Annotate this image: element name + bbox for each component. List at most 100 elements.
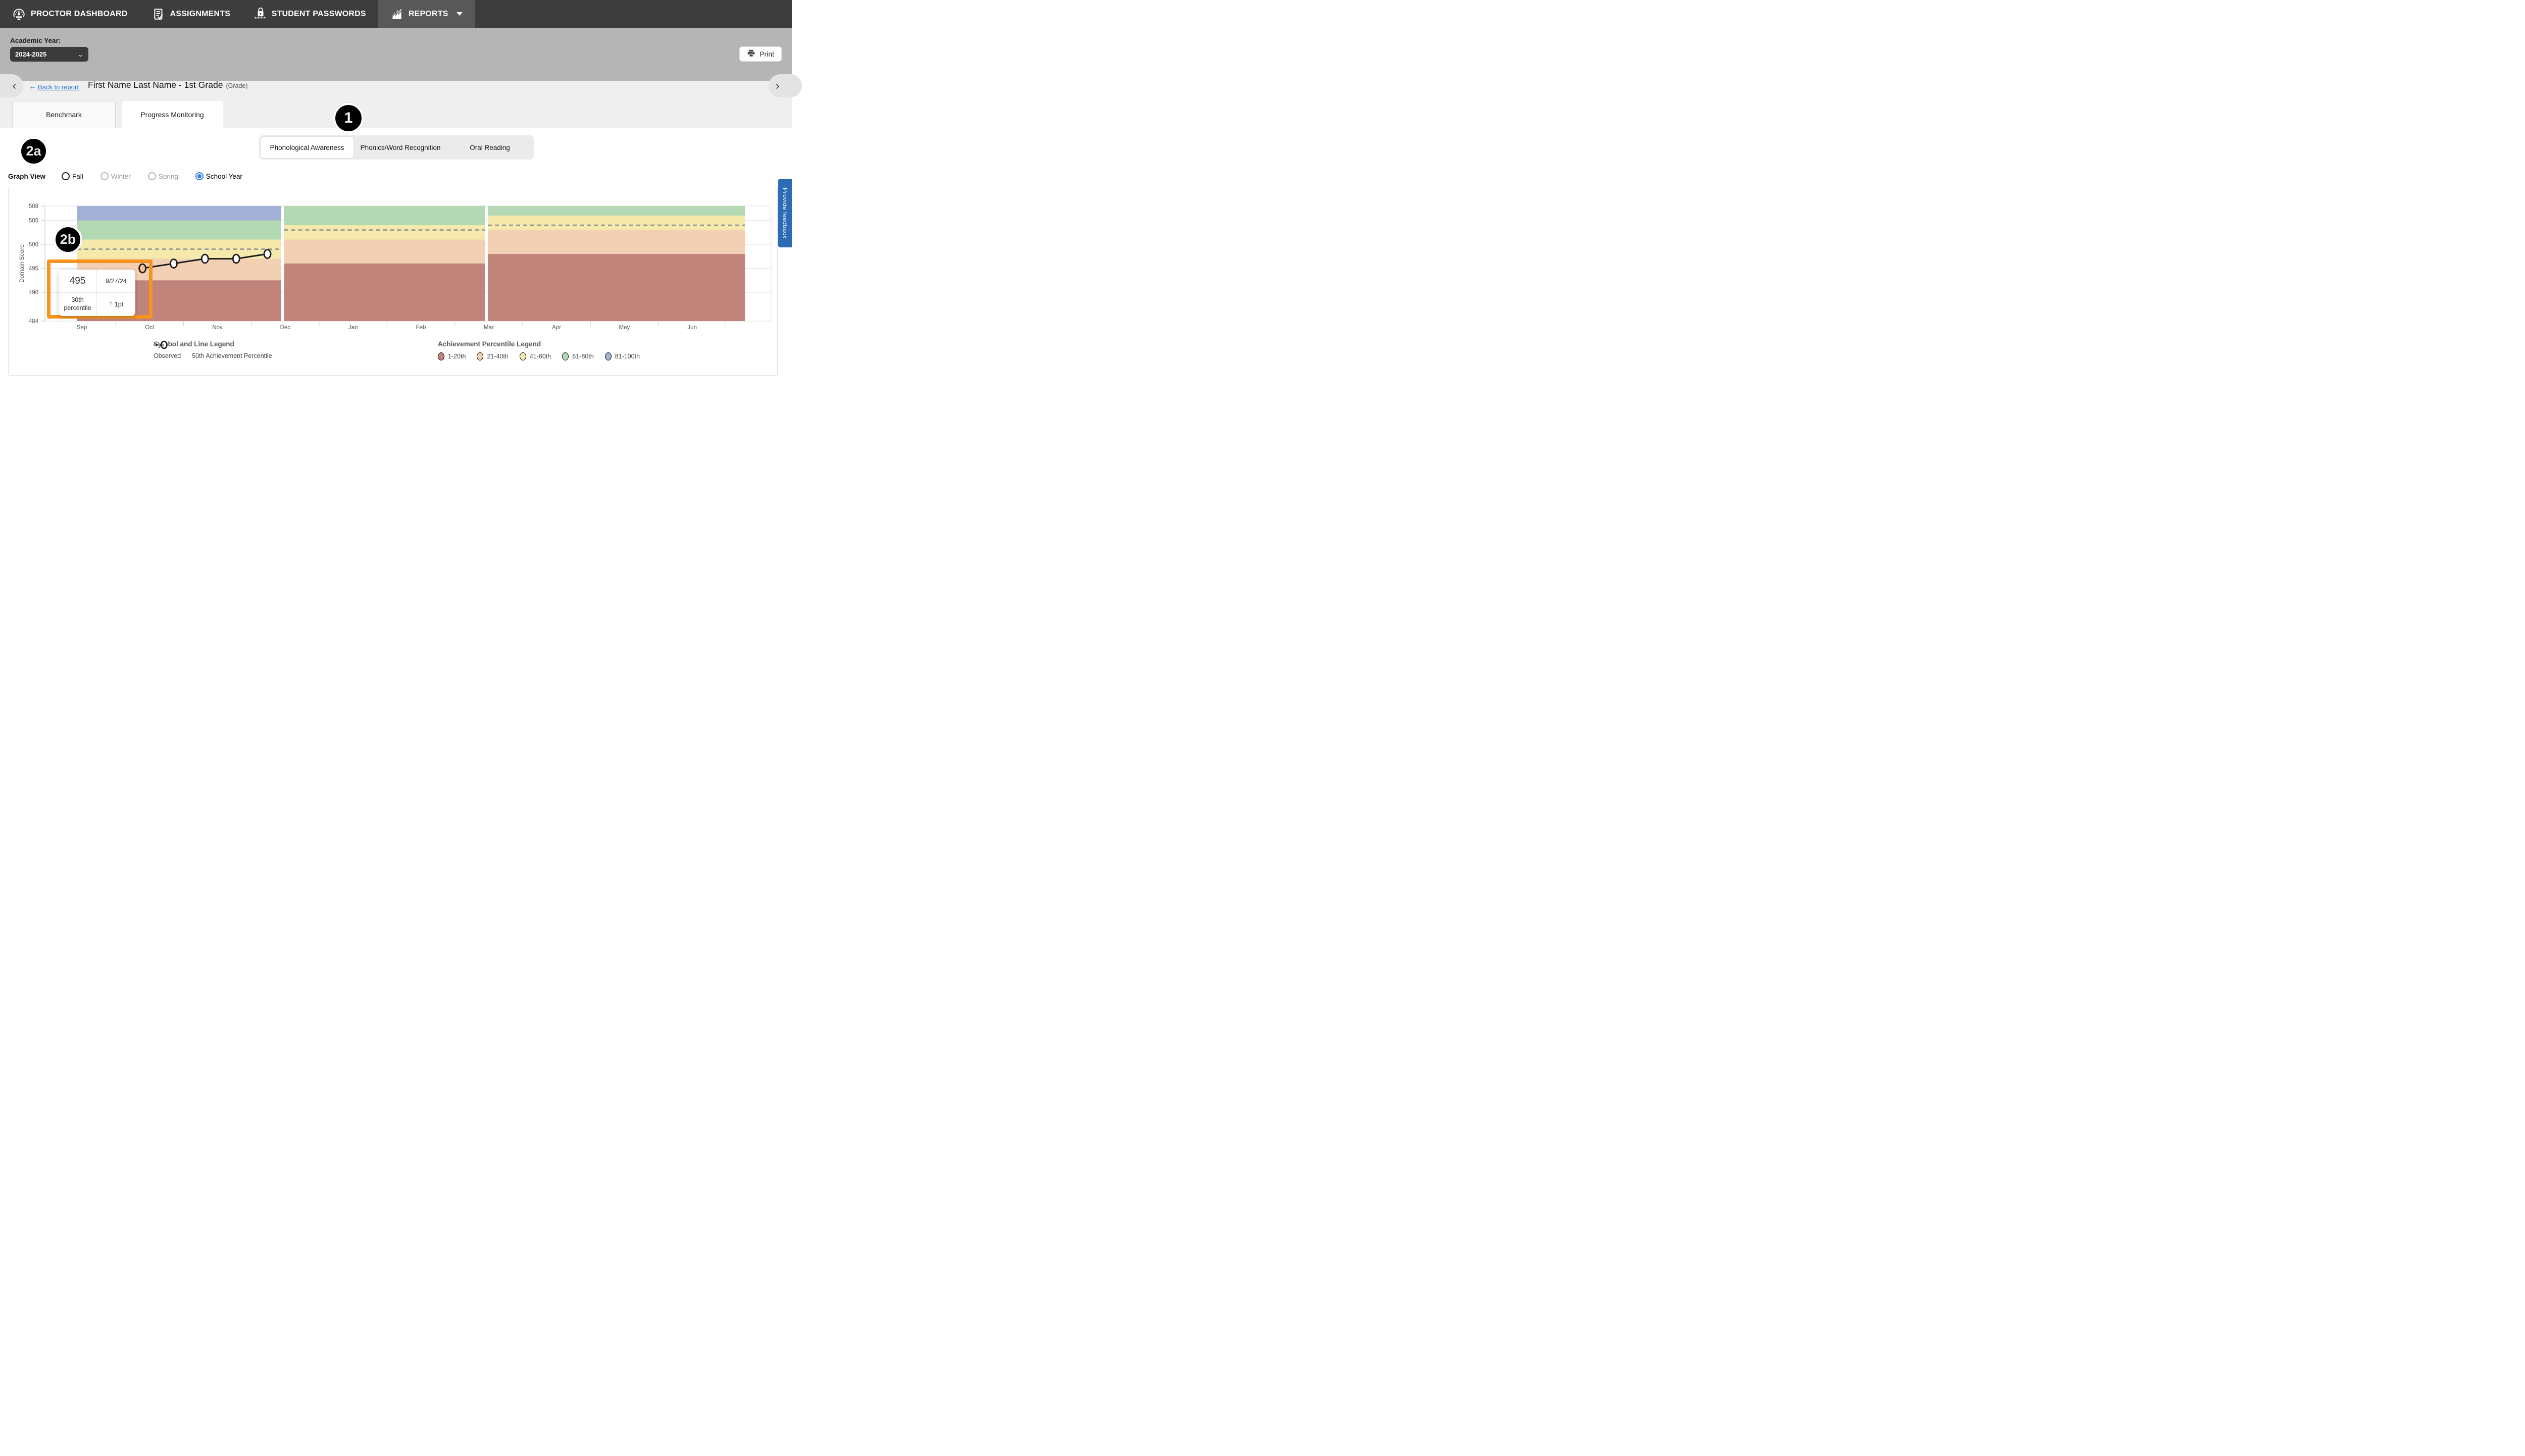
x-tick-label: May: [619, 325, 630, 331]
clipboard-check-icon: [152, 8, 165, 21]
tooltip-score: 495: [59, 270, 97, 293]
subtab-oral-reading[interactable]: Oral Reading: [447, 137, 532, 158]
radio-winter: Winter: [100, 172, 131, 180]
data-point-10-11-24[interactable]: [170, 259, 177, 268]
x-tick-label: Jan: [348, 325, 358, 331]
nav-item-proctor-dashboard[interactable]: PROCTOR DASHBOARD: [0, 0, 140, 28]
title-row: ‹ › ←Back to report First Name Last Name…: [0, 81, 792, 101]
y-tick-label: 484: [29, 319, 39, 325]
previous-student-button[interactable]: ‹: [0, 74, 23, 97]
data-point-tooltip: 495 9/27/24 30th percentile ↑ 1pt: [59, 270, 135, 316]
band-61-80th-spring: [488, 206, 745, 216]
x-tick-label: Apr: [552, 325, 561, 331]
academic-year-label: Academic Year:: [10, 37, 61, 44]
legend-label: 41-60th: [530, 353, 551, 360]
band-61-80th-winter: [284, 206, 485, 225]
page-title: First Name Last Name - 1st Grade(Grade): [88, 80, 248, 90]
data-point-11-22-24[interactable]: [264, 250, 271, 258]
x-tick-label: Feb: [416, 325, 426, 331]
legend-label: 50th Achievement Percentile: [192, 352, 272, 359]
legend-label: Observed: [154, 352, 181, 359]
x-tick-label: Oct: [145, 325, 155, 331]
legend-label: 61-80th: [572, 353, 593, 360]
grade-note: (Grade): [226, 82, 247, 89]
nav-label: PROCTOR DASHBOARD: [31, 10, 128, 19]
band-61-80th-fall: [77, 221, 281, 240]
band-81-100th-fall: [77, 206, 281, 221]
back-link-text: Back to report: [38, 83, 79, 91]
annotation-badge-1: 1: [333, 103, 364, 133]
tooltip-date: 9/27/24: [97, 270, 135, 293]
data-point-10-25-24[interactable]: [201, 254, 208, 263]
back-arrow-icon: ←: [29, 82, 37, 91]
band-1-20th-winter: [284, 264, 485, 321]
back-to-report-link[interactable]: ←Back to report: [29, 82, 79, 91]
y-tick-label: 500: [29, 242, 38, 248]
annotation-badge-2a: 2a: [19, 137, 48, 166]
achievement-percentile-legend: Achievement Percentile Legend 1-20th 21-4…: [438, 340, 651, 360]
nav-label: STUDENT PASSWORDS: [272, 10, 366, 19]
academic-year-select[interactable]: 2024-2025 ⌄: [10, 47, 88, 62]
graph-view-controls: Graph View Fall Winter Spring School Yea…: [8, 170, 260, 183]
gauge-icon: [12, 7, 26, 21]
tab-benchmark[interactable]: Benchmark: [12, 101, 116, 128]
area-chart-icon: [390, 8, 403, 21]
nav-item-reports[interactable]: REPORTS: [378, 0, 475, 28]
academic-year-value: 2024-2025: [15, 50, 46, 58]
percentile-color-chip: [562, 352, 569, 360]
x-tick-label: Mar: [484, 325, 494, 331]
tab-progress-monitoring[interactable]: Progress Monitoring: [122, 101, 223, 128]
legend-item-61-80th: 61-80th: [562, 352, 593, 360]
dashed-line-symbol: [154, 340, 165, 349]
tooltip-change: ↑ 1pt: [97, 293, 135, 316]
legend-label: 81-100th: [615, 353, 640, 360]
legend-title: Achievement Percentile Legend: [438, 340, 651, 348]
top-navigation: PROCTOR DASHBOARD ASSIGNMENTS **: [0, 0, 792, 28]
legend-label: 1-20th: [448, 353, 466, 360]
percentile-color-chip: [477, 352, 483, 360]
graph-view-label: Graph View: [8, 173, 45, 180]
radio-circle: [195, 172, 204, 180]
band-1-20th-spring: [488, 254, 745, 321]
band-41-60th-winter: [284, 225, 485, 240]
next-student-button[interactable]: ›: [769, 74, 802, 97]
legend-item-50th-achievement-percentile: 50th Achievement Percentile: [192, 352, 272, 359]
x-tick-label: Sep: [77, 325, 87, 331]
legend-item-1-20th: 1-20th: [438, 352, 466, 360]
band-21-40th-winter: [284, 240, 485, 264]
radio-fall[interactable]: Fall: [62, 172, 83, 180]
tooltip-change-value: 1pt: [115, 301, 123, 308]
radio-circle: [100, 172, 109, 180]
legend-item-41-60th: 41-60th: [520, 352, 551, 360]
legend-title: Symbol and Line Legend: [154, 340, 283, 348]
nav-label: ASSIGNMENTS: [170, 10, 231, 19]
progress-chart: 508505500495490484Domain ScoreSepOctNovD…: [8, 187, 778, 376]
radio-spring: Spring: [148, 172, 178, 180]
percentile-color-chip: [438, 352, 444, 360]
lock-icon: ****: [255, 7, 267, 22]
x-tick-label: Dec: [280, 325, 291, 331]
nav-item-student-passwords[interactable]: **** STUDENT PASSWORDS: [242, 0, 378, 28]
subtab-phonics-word-recognition[interactable]: Phonics/Word Recognition: [354, 137, 447, 158]
toolbar: Academic Year: 2024-2025 ⌄ Print: [0, 28, 792, 81]
symbol-line-legend: Symbol and Line Legend Observed 50th Achi…: [154, 340, 283, 359]
up-arrow-icon: ↑: [109, 300, 113, 309]
y-tick-label: 495: [29, 266, 38, 272]
radio-school-year[interactable]: School Year: [195, 172, 242, 180]
y-tick-label: 505: [29, 218, 38, 224]
domain-subtabs: Phonological Awareness Phonics/Word Reco…: [259, 135, 534, 160]
legend-item-81-100th: 81-100th: [605, 352, 640, 360]
student-name: First Name Last Name - 1st Grade: [88, 80, 223, 90]
print-button[interactable]: Print: [739, 46, 782, 62]
radio-circle: [148, 172, 156, 180]
password-stars: ****: [255, 17, 267, 22]
nav-label: REPORTS: [409, 10, 448, 19]
legend-item-21-40th: 21-40th: [477, 352, 508, 360]
nav-item-assignments[interactable]: ASSIGNMENTS: [140, 0, 243, 28]
provide-feedback-tab[interactable]: Provide feedback: [778, 179, 792, 247]
x-tick-label: Nov: [212, 325, 223, 331]
subtab-phonological-awareness[interactable]: Phonological Awareness: [261, 137, 354, 158]
percentile-color-chip: [605, 352, 612, 360]
band-41-60th-spring: [488, 216, 745, 230]
data-point-11-8-24[interactable]: [233, 254, 239, 263]
